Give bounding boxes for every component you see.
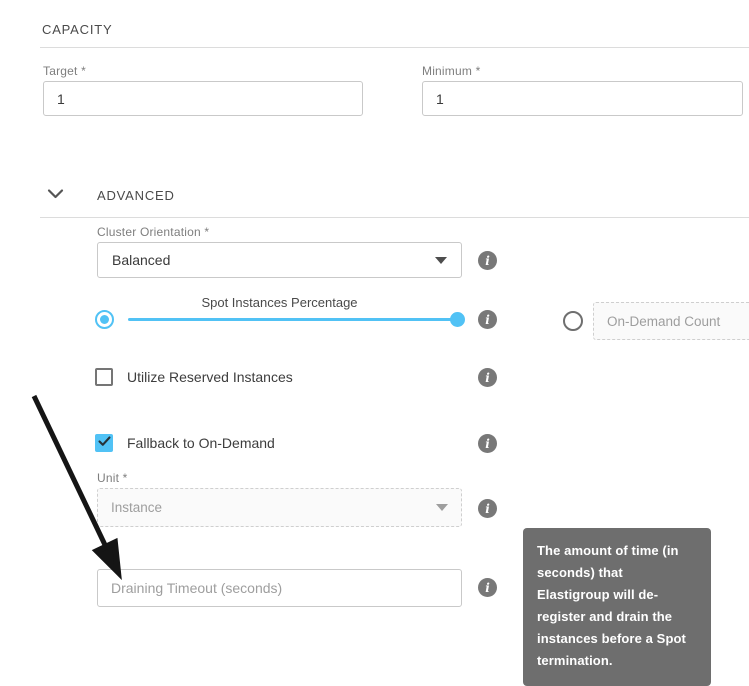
capacity-divider: [40, 47, 749, 48]
draining-timeout-input[interactable]: [111, 580, 448, 596]
cluster-orientation-value: Balanced: [112, 252, 170, 268]
advanced-section-title[interactable]: ADVANCED: [97, 188, 175, 203]
draining-timeout-info-icon[interactable]: i: [478, 578, 497, 597]
checkmark-icon: [98, 434, 111, 452]
minimum-label: Minimum *: [422, 64, 480, 78]
radio-dot: [100, 315, 109, 324]
cluster-orientation-info-icon[interactable]: i: [478, 251, 497, 270]
cluster-orientation-label: Cluster Orientation *: [97, 225, 209, 239]
spot-percentage-label: Spot Instances Percentage: [97, 295, 462, 310]
on-demand-count-placeholder: On-Demand Count: [607, 314, 720, 329]
fallback-on-demand-info-icon[interactable]: i: [478, 434, 497, 453]
utilize-reserved-label[interactable]: Utilize Reserved Instances: [127, 369, 293, 385]
chevron-down-icon[interactable]: [47, 187, 64, 205]
dropdown-caret-icon: [435, 257, 447, 264]
fallback-on-demand-label[interactable]: Fallback to On-Demand: [127, 435, 275, 451]
advanced-divider: [40, 217, 749, 218]
spot-percentage-slider[interactable]: [128, 318, 458, 321]
utilize-reserved-checkbox[interactable]: [95, 368, 113, 386]
capacity-section-title: CAPACITY: [42, 22, 112, 37]
minimum-field[interactable]: [422, 81, 743, 116]
utilize-reserved-info-icon[interactable]: i: [478, 368, 497, 387]
draining-timeout-tooltip: The amount of time (in seconds) that Ela…: [523, 528, 711, 686]
spot-percentage-info-icon[interactable]: i: [478, 310, 497, 329]
fallback-on-demand-checkbox[interactable]: [95, 434, 113, 452]
dropdown-caret-icon: [436, 504, 448, 511]
unit-value: Instance: [111, 500, 162, 515]
target-field[interactable]: [43, 81, 363, 116]
on-demand-count-radio[interactable]: [563, 311, 583, 331]
unit-select: Instance: [97, 488, 462, 527]
cluster-orientation-select[interactable]: Balanced: [97, 242, 462, 278]
draining-timeout-field[interactable]: [97, 569, 462, 607]
on-demand-count-field: On-Demand Count: [593, 302, 749, 340]
spot-percentage-radio[interactable]: [95, 310, 114, 329]
target-input[interactable]: [57, 91, 349, 107]
spot-percentage-slider-thumb[interactable]: [450, 312, 465, 327]
minimum-input[interactable]: [436, 91, 729, 107]
target-label: Target *: [43, 64, 86, 78]
unit-label: Unit *: [97, 471, 128, 485]
unit-info-icon[interactable]: i: [478, 499, 497, 518]
